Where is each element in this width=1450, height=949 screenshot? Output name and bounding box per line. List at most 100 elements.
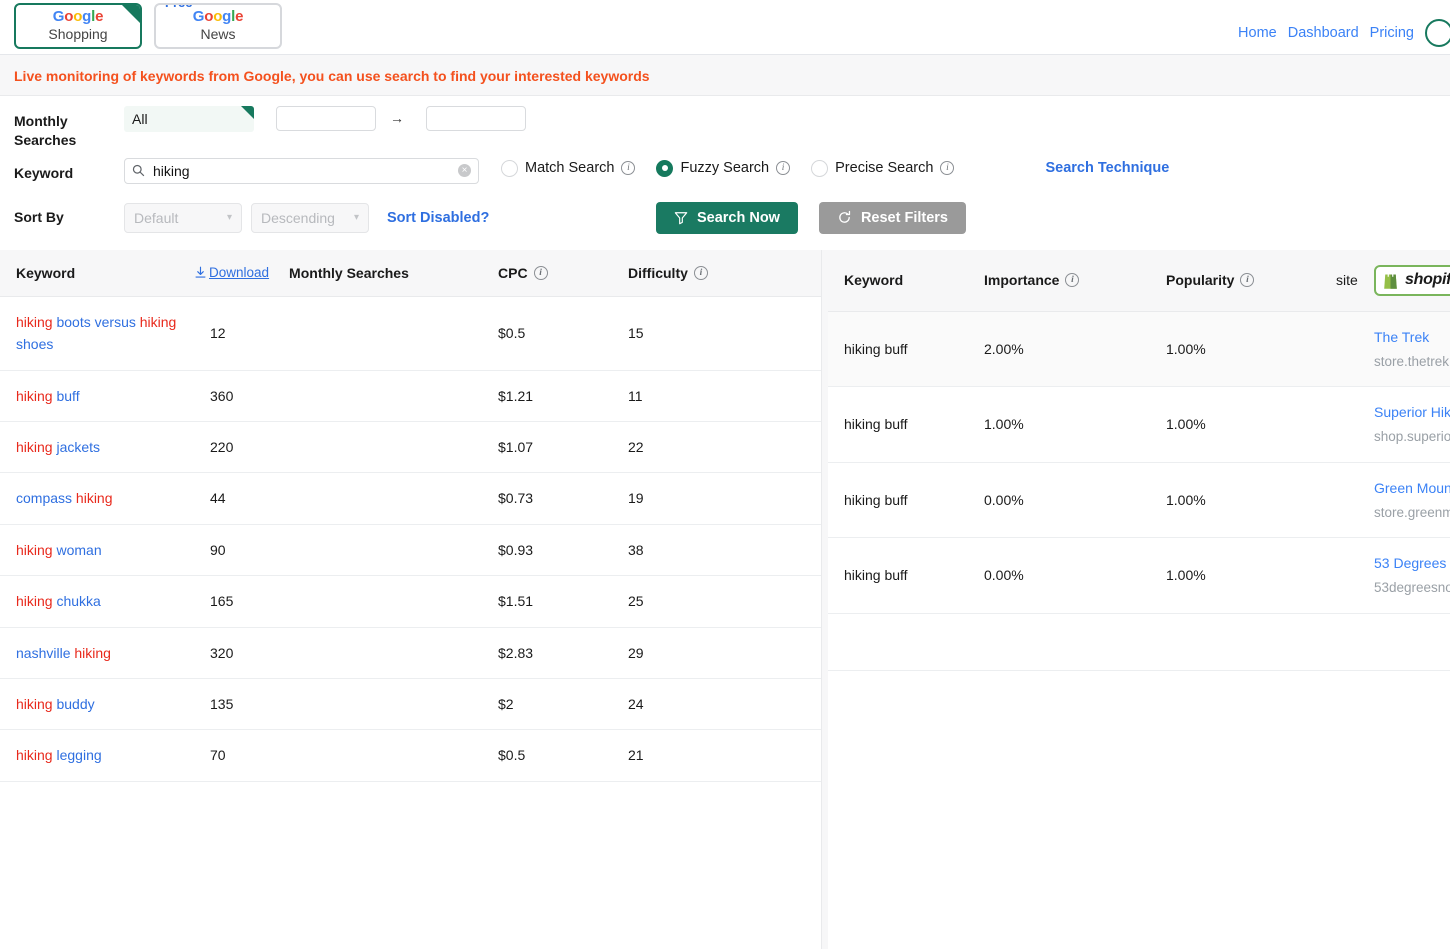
table-row[interactable]: nashville hiking320$2.8329 [0, 627, 821, 678]
table-row[interactable]: hiking buff0.00%1.00%Green Mountain Club… [828, 462, 1450, 537]
monthly-searches-filter-row: Monthly Searches All → [14, 106, 1436, 150]
cell-monthly-searches: 165 [194, 576, 482, 627]
reset-filters-button[interactable]: Reset Filters [819, 202, 966, 234]
monthly-searches-select[interactable]: All [124, 106, 254, 132]
cell-site-keyword: hiking buff [828, 311, 968, 386]
site-title-link[interactable]: The Trek [1374, 326, 1450, 348]
radio-fuzzy-search-dot[interactable] [656, 160, 673, 177]
active-corner-indicator [122, 5, 140, 23]
keyword-token: hiking [16, 696, 53, 712]
radio-precise-search-label: Precise Search [835, 160, 933, 176]
radio-precise-search[interactable]: Precise Search i [811, 160, 954, 177]
keyword-token: hiking [16, 593, 53, 609]
product-tabs: Google Shopping Free Google News [14, 0, 282, 49]
table-row[interactable]: hiking buff0.00%1.00%53 Degrees North53d… [828, 538, 1450, 613]
radio-fuzzy-search[interactable]: Fuzzy Search i [656, 160, 790, 177]
sort-direction-value: Descending [261, 210, 335, 226]
action-buttons: Search Now Reset Filters [656, 202, 1436, 234]
keyword-token: boots [56, 314, 90, 330]
cell-site: The Trek store.thetrek.co [1370, 311, 1450, 386]
cell-monthly-searches: 44 [194, 473, 482, 524]
site-table-body: hiking buff2.00%1.00%The Trekstore.thetr… [828, 311, 1450, 670]
sort-disabled-link[interactable]: Sort Disabled? [387, 210, 489, 226]
th-difficulty: Difficulty i [612, 250, 821, 297]
cell-cpc: $1.21 [482, 370, 612, 421]
user-avatar-icon[interactable] [1425, 19, 1450, 47]
table-row[interactable]: hiking buddy135$224 [0, 678, 821, 729]
keyword-token: nashville [16, 645, 70, 661]
reset-filters-button-label: Reset Filters [861, 210, 948, 226]
cell-importance: 0.00% [968, 538, 1150, 613]
th-site-keyword-label: Keyword [844, 272, 903, 288]
radio-fuzzy-search-label: Fuzzy Search [680, 160, 769, 176]
radio-match-search-dot[interactable] [501, 160, 518, 177]
monthly-searches-min-input[interactable] [276, 106, 376, 131]
cell-difficulty: 29 [612, 627, 821, 678]
sort-field-select[interactable]: Default ▾ [124, 203, 242, 233]
table-row[interactable]: hiking jackets220$1.0722 [0, 421, 821, 472]
table-row[interactable]: hiking buff360$1.2111 [0, 370, 821, 421]
cell-monthly-searches: 90 [194, 524, 482, 575]
info-icon-popularity[interactable]: i [1240, 273, 1254, 287]
tab-google-news[interactable]: Free Google News [154, 3, 282, 49]
info-icon-difficulty[interactable]: i [694, 266, 708, 280]
shopify-label: shopify [1405, 271, 1450, 289]
th-keyword: Keyword [0, 250, 194, 297]
radio-match-search[interactable]: Match Search i [501, 160, 635, 177]
th-cpc-label: CPC [498, 265, 528, 281]
radio-precise-search-dot[interactable] [811, 160, 828, 177]
table-row[interactable]: hiking woman90$0.9338 [0, 524, 821, 575]
tab-google-shopping-label: Shopping [48, 27, 107, 43]
table-row[interactable]: hiking buff2.00%1.00%The Trekstore.thetr… [828, 311, 1450, 386]
shopify-bag-icon [1381, 270, 1400, 291]
keyword-results-panel: Keyword Download Monthly Searches [0, 250, 822, 949]
cell-difficulty: 38 [612, 524, 821, 575]
th-site: site [1320, 250, 1370, 312]
download-link[interactable]: Download [194, 265, 269, 280]
cell-difficulty: 21 [612, 730, 821, 781]
monthly-searches-select-value: All [132, 111, 148, 127]
search-technique-link[interactable]: Search Technique [1045, 160, 1169, 176]
cell-cpc: $0.73 [482, 473, 612, 524]
keyword-token: hiking [16, 314, 53, 330]
keyword-token: hiking [76, 490, 113, 506]
nav-link-home[interactable]: Home [1238, 25, 1277, 41]
table-row[interactable]: hiking legging70$0.521 [0, 730, 821, 781]
th-monthly-searches: Download Monthly Searches [194, 250, 482, 297]
site-domain: store.thetrek.co [1374, 351, 1450, 372]
cell-site-keyword: hiking buff [828, 462, 968, 537]
info-icon-precise-search[interactable]: i [940, 161, 954, 175]
table-row[interactable]: hiking boots versus hiking shoes12$0.515 [0, 296, 821, 370]
info-icon-importance[interactable]: i [1065, 273, 1079, 287]
site-title-link[interactable]: Superior Hiking Trail [1374, 401, 1450, 423]
cell-site: 53 Degrees North53degreesnorth.ie [1370, 538, 1450, 613]
shopify-platform-chip[interactable]: shopify [1374, 265, 1450, 296]
monthly-searches-max-input[interactable] [426, 106, 526, 131]
th-importance: Importance i [968, 250, 1150, 312]
table-row[interactable]: hiking chukka165$1.5125 [0, 576, 821, 627]
sort-direction-select[interactable]: Descending ▾ [251, 203, 369, 233]
site-title-link[interactable]: 53 Degrees North [1374, 552, 1450, 574]
google-logo-shopping: Google [53, 9, 104, 26]
keyword-token: hiking [16, 542, 53, 558]
search-now-button-label: Search Now [697, 210, 780, 226]
table-row[interactable]: hiking buff1.00%1.00%Superior Hiking Tra… [828, 387, 1450, 462]
table-row[interactable]: compass hiking44$0.7319 [0, 473, 821, 524]
cell-monthly-searches: 360 [194, 370, 482, 421]
info-icon-match-search[interactable]: i [621, 161, 635, 175]
site-title-link[interactable]: Green Mountain Club [1374, 477, 1450, 499]
keyword-token: compass [16, 490, 72, 506]
empty-cell [828, 613, 1450, 670]
keyword-input[interactable] [124, 158, 479, 184]
nav-link-pricing[interactable]: Pricing [1370, 25, 1414, 41]
th-popularity: Popularity i [1150, 250, 1320, 312]
nav-link-dashboard[interactable]: Dashboard [1288, 25, 1359, 41]
info-icon-cpc[interactable]: i [534, 266, 548, 280]
cell-monthly-searches: 70 [194, 730, 482, 781]
clear-keyword-icon[interactable]: × [458, 164, 471, 177]
cell-site-keyword: hiking buff [828, 538, 968, 613]
info-icon-fuzzy-search[interactable]: i [776, 161, 790, 175]
th-platform: shopify [1370, 250, 1450, 312]
tab-google-shopping[interactable]: Google Shopping [14, 3, 142, 49]
search-now-button[interactable]: Search Now [656, 202, 798, 234]
